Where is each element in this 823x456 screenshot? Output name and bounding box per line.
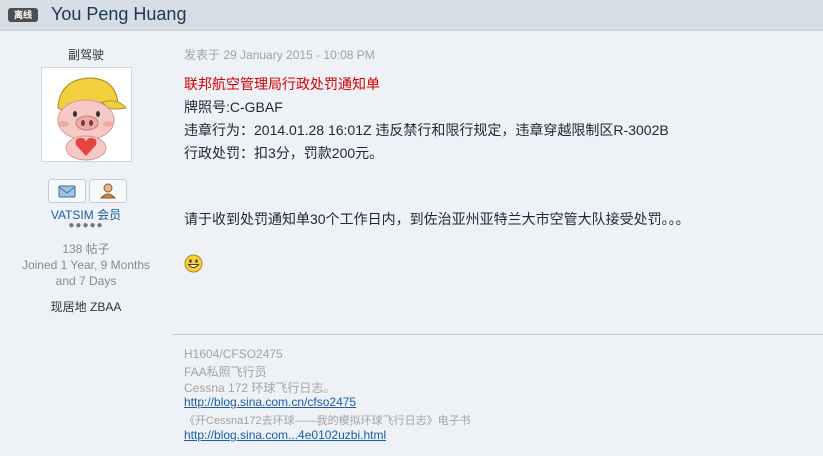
post-line: 请于收到处罚通知单30个工作日内，到佐治亚州亚特兰大市空管大队接受处罚。。。 — [184, 211, 690, 227]
joined-duration-line1: Joined 1 Year, 9 Months — [21, 258, 151, 272]
post-header: 离线 You Peng Huang — [0, 0, 823, 31]
send-message-button[interactable] — [48, 179, 86, 203]
user-profile-icon — [99, 183, 117, 199]
author-sidebar: 副驾驶 VATSIM 会员 ●●●●● 138 帖子 Joined 1 Year… — [0, 31, 172, 456]
offline-status-badge: 离线 — [8, 8, 38, 22]
author-name-link[interactable]: You Peng Huang — [51, 4, 186, 25]
message-envelope-icon — [58, 185, 76, 198]
signature-line: 《开Cessna172去环球——我的模拟环球飞行日志》电子书 — [184, 415, 471, 427]
view-profile-button[interactable] — [89, 179, 127, 203]
avatar[interactable] — [41, 67, 132, 162]
post-date: 发表于 29 January 2015 - 10:08 PM — [184, 48, 375, 62]
signature-divider — [172, 334, 823, 335]
member-title: 副驾驶 — [67, 48, 104, 62]
post-line: 违章行为：2014.01.28 16:01Z 违反禁行和限行规定，违章穿越限制区… — [184, 122, 669, 138]
post-count: 138 帖子 — [62, 242, 110, 256]
location: 现居地 ZBAA — [50, 300, 122, 314]
signature-line: H1604/CFSO2475 — [184, 347, 283, 361]
signature-line: FAA私照飞行员 — [184, 365, 267, 379]
signature-line: Cessna 172 环球飞行日志。 — [184, 381, 336, 395]
joined-duration-line2: and 7 Days — [55, 274, 117, 288]
blog-link[interactable]: http://blog.sina.com.cn/cfso2475 — [184, 395, 356, 409]
post-line: 牌照号:C-GBAF — [184, 99, 283, 115]
rank-pips: ●●●●● — [68, 220, 104, 231]
post-body: 发表于 29 January 2015 - 10:08 PM 联邦航空管理局行政… — [172, 31, 823, 456]
notice-title: 联邦航空管理局行政处罚通知单 — [184, 76, 380, 92]
post-line: 行政处罚：扣3分，罚款200元。 — [184, 145, 384, 161]
ebook-link[interactable]: http://blog.sina.com...4e0102uzbi.html — [184, 428, 386, 442]
pig-avatar-icon — [57, 77, 127, 161]
grin-smiley-icon — [184, 254, 203, 273]
